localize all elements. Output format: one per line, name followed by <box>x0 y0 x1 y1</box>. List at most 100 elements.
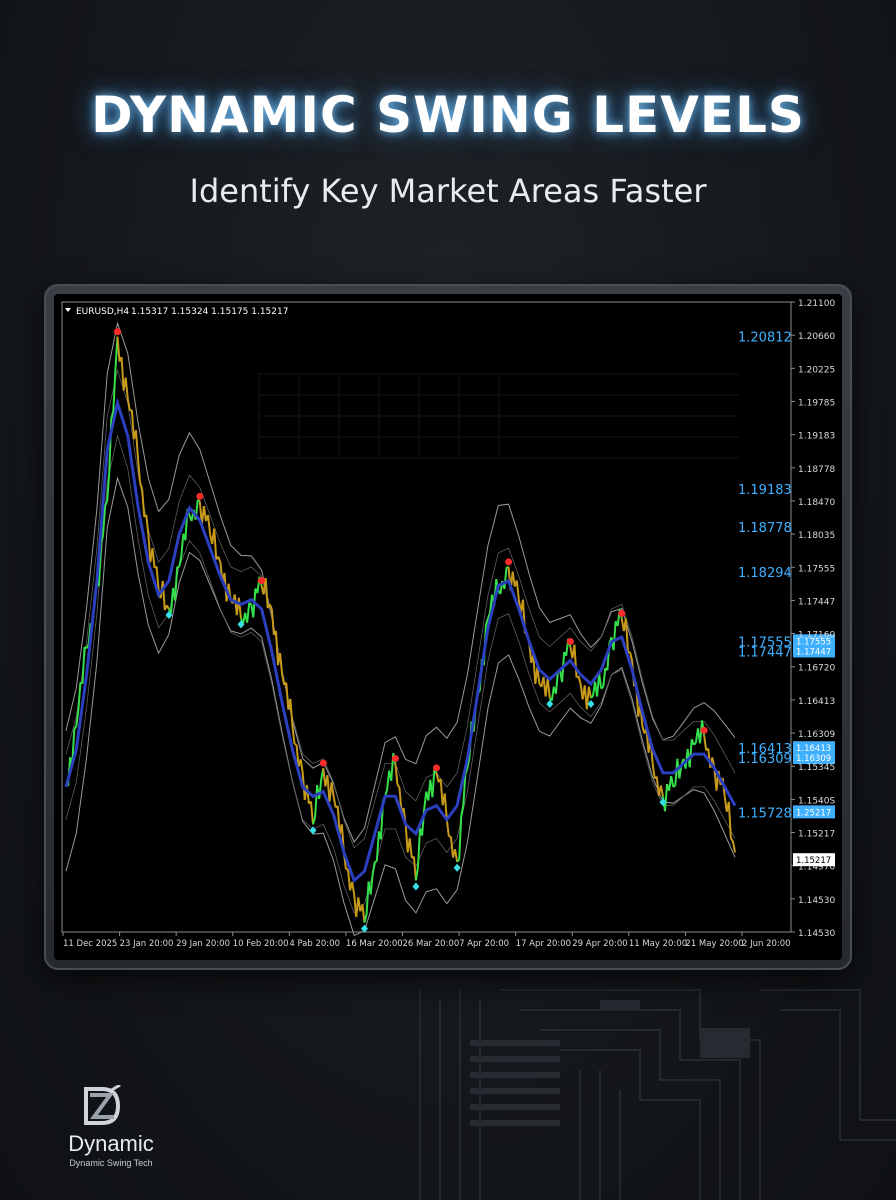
x-tick-label: 17 Apr 20:00 <box>516 939 571 949</box>
price-segment <box>289 698 294 727</box>
price-segment <box>178 556 183 568</box>
price-segment <box>213 528 218 560</box>
price-segment <box>112 369 117 412</box>
page-title: DYNAMIC SWING LEVELS <box>91 86 805 144</box>
price-segment <box>414 866 419 881</box>
price-segment <box>309 801 315 825</box>
price-segment <box>165 604 170 610</box>
price-segment <box>449 836 454 858</box>
price-segment <box>590 695 594 699</box>
y-tick-label: 1.20660 <box>798 332 835 342</box>
swing-high-marker <box>391 755 399 763</box>
plot-area-border <box>61 301 792 933</box>
price-segment <box>396 783 401 789</box>
price-chart[interactable]: 1.20812 1.19183 1.18778 1.18294 1.17555 1.174… <box>54 294 842 960</box>
price-segment <box>134 430 140 460</box>
price-segment <box>207 514 212 535</box>
price-segment <box>285 682 290 710</box>
swing-high-marker <box>433 764 441 772</box>
y-tick-label: 1.16720 <box>798 664 835 674</box>
price-segment <box>73 725 78 730</box>
price-segment <box>145 514 150 535</box>
y-tick-label: 1.18470 <box>798 498 835 508</box>
price-segment <box>416 828 422 867</box>
price-segment <box>264 578 269 609</box>
price-segment <box>375 831 380 862</box>
price-segment <box>600 686 604 690</box>
price-segment <box>693 742 697 746</box>
price-segment <box>246 602 251 623</box>
swing-high-marker <box>258 577 266 585</box>
swing-high-marker <box>505 558 513 566</box>
price-segment <box>305 784 310 804</box>
x-tick-label: 21 May 20:00 <box>685 939 743 949</box>
envelope-bands <box>65 321 736 937</box>
y-tick-label: 1.20225 <box>798 365 835 375</box>
price-segment <box>363 914 368 923</box>
price-segment <box>659 785 664 797</box>
x-tick-label: 23 Jan 20:00 <box>120 939 174 949</box>
price-segment <box>106 472 111 502</box>
price-segment <box>274 630 280 666</box>
background-grid <box>258 373 739 459</box>
price-segment <box>460 805 465 817</box>
price-segment <box>202 505 207 522</box>
y-tick-label: 1.17447 <box>798 597 835 607</box>
price-segment <box>281 674 286 686</box>
swing-level-label: 1.20812 <box>738 330 792 345</box>
x-tick-label: 11 Dec 2025 <box>63 939 117 949</box>
price-segment <box>573 644 578 678</box>
y-tick-label: 1.14530 <box>798 896 835 906</box>
price-segment <box>727 801 732 839</box>
price-segment <box>318 779 323 800</box>
y-tick-label: 1.15345 <box>798 763 835 773</box>
x-axis: 11 Dec 2025 23 Jan 20:00 29 Jan 20:00 10 Fe… <box>62 932 791 949</box>
swing-high-marker <box>196 492 204 500</box>
dropdown-triangle-icon[interactable] <box>65 308 71 312</box>
y-tick-label: 1.18035 <box>798 531 835 541</box>
price-segment <box>217 556 222 563</box>
page-subtitle: Identify Key Market Areas Faster <box>189 172 707 210</box>
y-tick-label: 1.21100 <box>798 299 835 309</box>
y-tick-label: 1.19183 <box>798 432 835 442</box>
price-segment <box>672 784 676 788</box>
price-segment <box>431 768 436 798</box>
price-segment <box>394 763 399 785</box>
price-segment <box>511 571 516 587</box>
y-tick-label: 1.15217 <box>798 830 835 840</box>
swing-high-marker <box>700 726 708 734</box>
price-segment <box>688 739 693 768</box>
x-tick-label: 16 Mar 20:00 <box>346 939 403 949</box>
price-segment <box>279 652 284 675</box>
swing-high-marker <box>618 609 626 617</box>
price-segment <box>197 499 201 503</box>
y-tick-label: 1.14530 <box>798 929 835 939</box>
y-tick-label: 1.16413 <box>798 697 835 707</box>
price-segment <box>664 784 669 812</box>
dz-monogram-icon <box>84 1085 121 1125</box>
price-segment <box>248 602 252 606</box>
swing-level-label: 1.18778 <box>738 521 792 536</box>
price-segment <box>124 377 129 399</box>
price-segment <box>515 580 520 600</box>
x-tick-label: 11 May 20:00 <box>629 939 687 949</box>
swing-low-marker <box>453 863 461 872</box>
axis-price-tag-label: 1.17447 <box>796 647 831 657</box>
price-segment <box>602 667 607 687</box>
swing-level-label: 1.18294 <box>738 566 792 581</box>
price-segment <box>408 838 413 859</box>
price-segment <box>126 398 131 411</box>
price-segment <box>731 841 736 853</box>
price-segment <box>435 772 440 783</box>
price-segment <box>598 673 603 689</box>
price-segment <box>237 597 242 619</box>
axis-price-tag-label: 1.25217 <box>796 808 831 818</box>
price-segment <box>332 796 337 808</box>
inner-upper-envelope <box>65 368 736 849</box>
price-segment <box>141 489 146 517</box>
price-segment <box>180 533 185 557</box>
brand-name: Dynamic <box>68 1131 154 1156</box>
swing-low-marker <box>546 699 554 708</box>
price-segment <box>270 608 275 635</box>
swing-level-label: 1.19183 <box>738 483 792 498</box>
